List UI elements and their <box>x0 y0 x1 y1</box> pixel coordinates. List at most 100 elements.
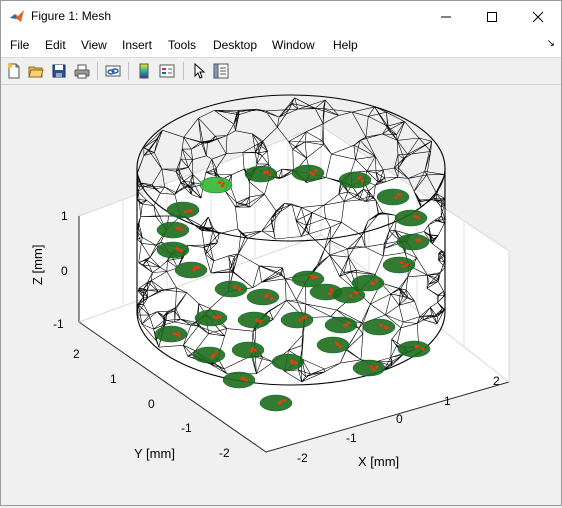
minimize-button[interactable] <box>423 1 469 32</box>
electrode-marker <box>187 209 191 213</box>
electrode-marker <box>268 173 272 177</box>
electrode-marker <box>372 367 376 371</box>
electrode-patch <box>192 346 226 364</box>
z-tick-label: 1 <box>61 209 68 223</box>
electrode-marker <box>314 275 318 279</box>
figure-canvas: 1 0 -1 2 1 0 -1 -2 -2 -1 0 1 2 Z [mm] Y … <box>1 85 561 505</box>
electrode-marker <box>418 238 422 242</box>
menu-view[interactable]: View <box>81 38 107 52</box>
menu-insert[interactable]: Insert <box>122 38 152 52</box>
electrode-patch <box>194 309 228 327</box>
electrode-marker <box>385 326 389 330</box>
electrode-marker <box>416 216 420 220</box>
electrode-patch <box>199 176 233 194</box>
matlab-logo-icon <box>10 10 24 22</box>
electrode-marker <box>214 350 219 355</box>
legend-icon[interactable] <box>157 61 177 81</box>
electrode-patch <box>291 164 325 182</box>
electrode-patch <box>222 371 256 389</box>
electrode-patch <box>352 359 386 377</box>
close-button[interactable] <box>515 1 561 32</box>
electrode-patch <box>244 165 278 183</box>
y-tick-label: -1 <box>181 421 192 435</box>
electrode-patch <box>324 316 358 334</box>
electrode-patch <box>396 233 430 251</box>
menu-file[interactable]: File <box>10 38 29 52</box>
electrode-marker <box>349 294 353 298</box>
x-tick-label: 1 <box>444 394 451 408</box>
toolbar <box>1 58 561 85</box>
electrode-patch <box>214 280 248 298</box>
electrode-marker <box>279 400 283 404</box>
minimize-icon <box>441 16 451 17</box>
electrode-patch <box>154 325 188 343</box>
y-tick-label: 1 <box>110 372 117 386</box>
electrode-patch <box>332 286 366 304</box>
x-tick-label: -1 <box>346 431 357 445</box>
electrode-patch <box>382 256 416 274</box>
electrode-marker <box>339 344 343 349</box>
electrode-marker <box>343 323 348 327</box>
electrode-marker <box>189 209 194 213</box>
electrode-marker <box>253 348 257 352</box>
electrode-marker <box>294 361 298 365</box>
electrode-patch <box>338 171 372 189</box>
maximize-button[interactable] <box>469 1 515 32</box>
electrode-patch <box>246 288 280 306</box>
mesh-plot-3d[interactable]: 1 0 -1 2 1 0 -1 -2 -2 -1 0 1 2 Z [mm] Y … <box>1 85 561 505</box>
electrode-marker <box>183 210 188 214</box>
z-tick-label: -1 <box>53 317 64 331</box>
electrode-marker <box>234 285 238 289</box>
electrode-marker <box>400 260 404 264</box>
electrode-marker <box>402 264 406 268</box>
menu-desktop[interactable]: Desktop <box>213 38 257 52</box>
electrode-marker <box>416 344 421 348</box>
electrode-marker <box>177 334 181 338</box>
electrode-patch <box>394 209 428 227</box>
electrode-marker <box>196 265 200 269</box>
electrode-patch <box>362 318 396 336</box>
electrode-marker <box>282 398 287 403</box>
electrode-patch <box>231 341 265 359</box>
x-axis-label: X [mm] <box>358 454 399 469</box>
link-plot-icon[interactable] <box>103 61 123 81</box>
electrode-patch <box>280 311 314 329</box>
menu-window[interactable]: Window <box>272 38 315 52</box>
electrode-marker <box>394 195 398 200</box>
electrode-marker <box>369 364 373 369</box>
electrode-marker <box>180 227 184 231</box>
electrode-patch <box>237 311 271 329</box>
title-bar: Figure 1: Mesh <box>1 1 561 32</box>
electrode-marker <box>255 318 259 322</box>
electrode-patch <box>156 241 190 259</box>
dock-arrow-icon[interactable]: ↘ <box>547 38 555 49</box>
electrode-marker <box>265 170 269 174</box>
electrode-marker <box>218 314 222 318</box>
electrode-marker <box>221 182 225 186</box>
electrode-marker <box>303 315 308 319</box>
menu-help[interactable]: Help <box>333 38 358 52</box>
colorbar-icon[interactable] <box>134 61 154 81</box>
menu-bar: File Edit View Insert Tools Desktop Wind… <box>1 32 561 58</box>
y-tick-label: 2 <box>73 347 80 361</box>
menu-tools[interactable]: Tools <box>168 38 196 52</box>
open-file-icon[interactable] <box>26 61 46 81</box>
save-icon[interactable] <box>49 61 69 81</box>
electrode-marker <box>346 321 350 325</box>
menu-edit[interactable]: Edit <box>45 38 66 52</box>
electrode-patch <box>397 340 431 358</box>
x-tick-label: 0 <box>396 412 403 426</box>
maximize-icon <box>487 11 497 22</box>
electrode-marker <box>179 249 183 253</box>
pointer-icon[interactable] <box>189 61 209 81</box>
close-icon <box>532 11 544 22</box>
property-editor-icon[interactable] <box>211 61 231 81</box>
x-tick-label: 2 <box>493 374 500 388</box>
print-icon[interactable] <box>72 61 92 81</box>
new-figure-icon[interactable] <box>4 61 24 81</box>
figure-window: Figure 1: Mesh File Edit View Insert Too… <box>0 0 562 506</box>
electrode-marker <box>262 170 267 174</box>
electrode-marker <box>311 172 315 176</box>
electrode-marker <box>374 278 379 282</box>
electrode-patch <box>259 394 293 412</box>
